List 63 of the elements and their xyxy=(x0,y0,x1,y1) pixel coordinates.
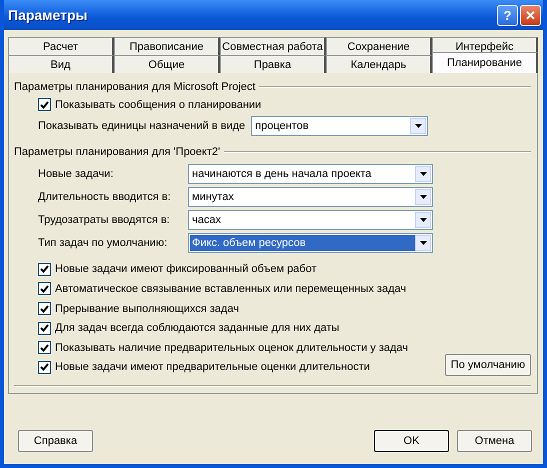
dropdown-button[interactable] xyxy=(415,189,431,206)
checkbox-label[interactable]: Прерывание выполняющихся задач xyxy=(55,302,239,315)
checkmark-icon xyxy=(40,344,49,352)
help-button[interactable]: Справка xyxy=(18,430,93,452)
tab[interactable]: Вид xyxy=(8,55,114,73)
dropdown-arrow-icon xyxy=(420,241,426,246)
dropdown[interactable]: часах xyxy=(188,210,433,230)
checkbox[interactable] xyxy=(38,282,51,296)
checkmark-icon xyxy=(40,324,49,332)
field-label: Показывать единицы назначений в виде xyxy=(38,120,246,132)
dropdown-value: часах xyxy=(191,213,222,228)
dropdown-value: Фикс. объем ресурсов xyxy=(190,235,415,252)
tab[interactable]: Совместная работа xyxy=(220,37,326,55)
dropdown-value: процентов xyxy=(254,119,310,134)
checkbox-label[interactable]: Новые задачи имеют предварительные оценки длительности xyxy=(55,361,370,374)
checkbox-label[interactable]: Показывать сообщения о планировании xyxy=(55,98,262,111)
section-title: Параметры планирования для 'Проект2' xyxy=(14,146,220,158)
dropdown-button[interactable] xyxy=(415,166,431,182)
tab[interactable]: Календарь xyxy=(326,55,432,73)
section-title: Параметры планирования для Microsoft Project xyxy=(14,81,256,93)
tab[interactable]: Расчет xyxy=(8,37,114,55)
dropdown-button[interactable] xyxy=(415,212,431,228)
tab[interactable]: Правописание xyxy=(114,37,220,55)
checkbox[interactable] xyxy=(38,262,51,276)
dropdown[interactable]: минутах xyxy=(188,187,433,208)
field-label: Новые задачи: xyxy=(38,168,114,180)
checkmark-icon xyxy=(40,100,49,109)
dropdown-arrow-icon xyxy=(420,218,426,222)
checkbox-label[interactable]: Автоматическое связывание вставленных или перемещенных задач xyxy=(55,282,406,295)
checkbox[interactable] xyxy=(38,302,51,316)
dropdown[interactable]: начинаются в день начала проекта xyxy=(188,164,433,184)
ok-button[interactable]: OK xyxy=(374,430,449,452)
checkmark-icon xyxy=(40,284,49,293)
cancel-button[interactable]: Отмена xyxy=(457,430,532,452)
dropdown-arrow-icon xyxy=(420,195,426,200)
close-button[interactable]: ✕ xyxy=(520,4,541,26)
checkbox[interactable] xyxy=(38,98,51,112)
checkbox[interactable] xyxy=(38,322,51,335)
default-button[interactable]: По умолчанию xyxy=(445,354,531,376)
dropdown-value: начинаются в день начала проекта xyxy=(191,167,372,182)
checkbox-label[interactable]: Новые задачи имеют фиксированный объем работ xyxy=(55,263,317,276)
dropdown-button[interactable] xyxy=(415,235,431,252)
checkmark-icon xyxy=(40,265,49,274)
tab[interactable]: Правка xyxy=(220,55,326,73)
dropdown-arrow-icon xyxy=(420,172,426,176)
field-label: Длительность вводится в: xyxy=(38,191,172,204)
checkmark-icon xyxy=(40,363,49,372)
dropdown-button[interactable] xyxy=(410,118,426,134)
dropdown-arrow-icon xyxy=(414,124,422,128)
checkbox-label[interactable]: Показывать наличие предварительных оценок длительности у задач xyxy=(55,342,408,354)
dropdown-value: минутах xyxy=(191,190,235,206)
field-label: Трудозатраты вводятся в: xyxy=(38,214,171,226)
dropdown[interactable]: Фикс. объем ресурсов xyxy=(188,233,433,254)
tab[interactable]: Общие xyxy=(114,55,220,73)
dropdown[interactable]: процентов xyxy=(251,116,428,136)
window-title: Параметры xyxy=(8,7,89,23)
tab[interactable]: Планирование xyxy=(432,52,538,73)
field-label: Тип задач по умолчанию: xyxy=(38,237,168,250)
checkbox[interactable] xyxy=(38,360,51,374)
checkmark-icon xyxy=(40,304,49,313)
checkbox[interactable] xyxy=(38,341,51,354)
checkbox-label[interactable]: Для задач всегда соблюдаются заданные для них даты xyxy=(55,322,340,334)
tab[interactable]: Сохранение xyxy=(326,37,432,55)
